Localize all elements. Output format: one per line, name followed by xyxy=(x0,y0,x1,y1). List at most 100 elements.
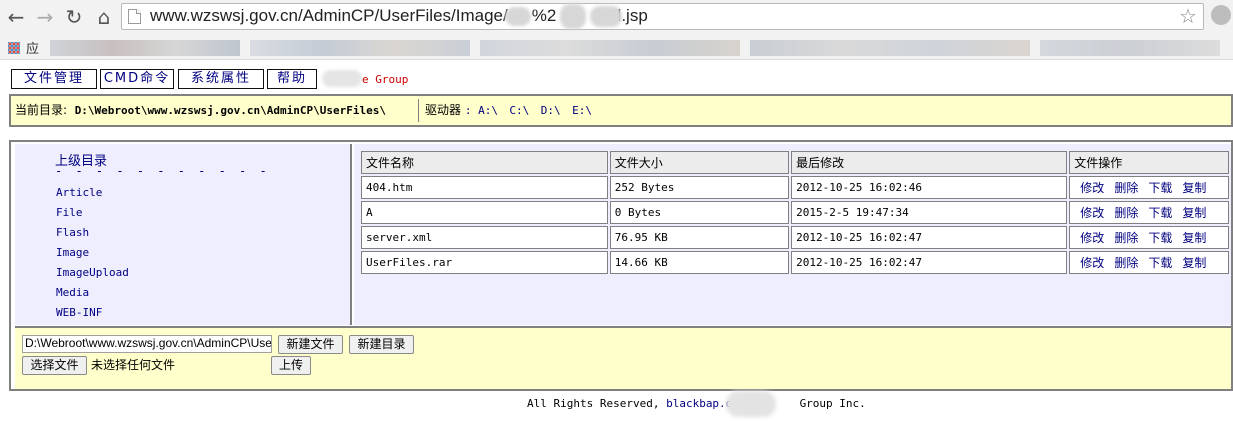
apps-grid-icon[interactable] xyxy=(8,42,20,54)
drives-label: 驱动器 xyxy=(425,103,462,117)
browser-toolbar: ← → ↻ ⌂ www.wzswsj.gov.cn/AdminCP/UserFi… xyxy=(0,0,1233,34)
delete-link[interactable]: 删除 xyxy=(1114,181,1138,195)
table-row: 404.htm 252 Bytes 2012-10-25 16:02:46 修改… xyxy=(361,176,1229,199)
bookmarks-bar: 应 xyxy=(0,34,1233,60)
reload-icon[interactable]: ↻ xyxy=(62,5,86,29)
delete-link[interactable]: 删除 xyxy=(1114,256,1138,270)
table-header-row: 文件名称 文件大小 最后修改 文件操作 xyxy=(361,151,1229,174)
file-ops: 修改 删除 下载 复制 xyxy=(1069,226,1229,249)
current-dir-path: D:\Webroot\www.wzswsj.gov.cn\AdminCP\Use… xyxy=(74,104,386,117)
brand-text: e Group xyxy=(362,73,409,86)
folder-link-flash[interactable]: Flash xyxy=(56,226,89,239)
folder-link-article[interactable]: Article xyxy=(56,186,102,199)
edit-link[interactable]: 修改 xyxy=(1080,256,1104,270)
footer-redaction xyxy=(726,391,776,417)
url-redaction xyxy=(560,4,586,29)
copy-link[interactable]: 复制 xyxy=(1182,181,1206,195)
choose-file-button[interactable]: 选择文件 xyxy=(22,356,87,375)
file-modified: 2015-2-5 19:47:34 xyxy=(791,201,1068,224)
download-link[interactable]: 下载 xyxy=(1148,256,1172,270)
file-list-area: 文件名称 文件大小 最后修改 文件操作 404.htm 252 Bytes 20… xyxy=(354,144,1231,325)
download-link[interactable]: 下载 xyxy=(1148,206,1172,220)
folder-link-imageupload[interactable]: ImageUpload xyxy=(56,266,129,279)
footer-suffix: Group Inc. xyxy=(799,397,866,410)
file-table: 文件名称 文件大小 最后修改 文件操作 404.htm 252 Bytes 20… xyxy=(359,149,1231,276)
pixelated-bookmarks xyxy=(480,40,740,56)
file-name: A xyxy=(361,201,608,224)
page-icon xyxy=(128,9,141,24)
file-name: 404.htm xyxy=(361,176,608,199)
address-bar[interactable]: www.wzswsj.gov.cn/AdminCP/UserFiles/Imag… xyxy=(121,3,1204,30)
path-input[interactable]: D:\Webroot\www.wzswsj.gov.cn\AdminCP\Use… xyxy=(22,335,272,353)
folder-link-web-inf[interactable]: WEB-INF xyxy=(56,306,102,319)
separator-line: - - - - - - - - - - - xyxy=(55,164,270,178)
file-modified: 2012-10-25 16:02:47 xyxy=(791,226,1068,249)
table-row: UserFiles.rar 14.66 KB 2012-10-25 16:02:… xyxy=(361,251,1229,274)
drive-e-link[interactable]: E:\ xyxy=(572,104,592,117)
folder-link-file[interactable]: File xyxy=(56,206,83,219)
menu-cmd[interactable]: CMD命令 xyxy=(100,69,174,89)
table-row: A 0 Bytes 2015-2-5 19:47:34 修改 删除 下载 复制 xyxy=(361,201,1229,224)
brand-redaction xyxy=(322,70,362,87)
upload-button[interactable]: 上传 xyxy=(271,356,311,375)
menu-file-manager[interactable]: 文件管理 xyxy=(11,69,97,89)
file-ops: 修改 删除 下载 复制 xyxy=(1069,251,1229,274)
file-size: 0 Bytes xyxy=(609,201,790,224)
file-name: server.xml xyxy=(361,226,608,249)
current-directory: 当前目录: D:\Webroot\www.wzswsj.gov.cn\Admin… xyxy=(15,99,419,122)
apps-label[interactable]: 应 xyxy=(26,38,39,57)
header-file-size: 文件大小 xyxy=(609,151,790,174)
file-manager-panel: 上级目录 - - - - - - - - - - - Article File … xyxy=(9,140,1233,391)
copy-link[interactable]: 复制 xyxy=(1182,256,1206,270)
new-file-button[interactable]: 新建文件 xyxy=(278,335,343,354)
file-size: 252 Bytes xyxy=(609,176,790,199)
file-modified: 2012-10-25 16:02:46 xyxy=(791,176,1068,199)
edit-link[interactable]: 修改 xyxy=(1080,206,1104,220)
home-icon[interactable]: ⌂ xyxy=(92,5,116,29)
file-ops: 修改 删除 下载 复制 xyxy=(1069,176,1229,199)
drive-d-link[interactable]: D:\ xyxy=(541,104,561,117)
copy-link[interactable]: 复制 xyxy=(1182,231,1206,245)
url-redaction xyxy=(590,6,622,27)
upload-panel: D:\Webroot\www.wzswsj.gov.cn\AdminCP\Use… xyxy=(15,326,1231,389)
directory-bar: 当前目录: D:\Webroot\www.wzswsj.gov.cn\Admin… xyxy=(9,94,1233,127)
drives: 驱动器 : A:\ C:\ D:\ E:\ xyxy=(425,103,592,117)
header-file-ops: 文件操作 xyxy=(1069,151,1229,174)
menu-help[interactable]: 帮助 xyxy=(267,69,317,89)
delete-link[interactable]: 删除 xyxy=(1114,231,1138,245)
delete-link[interactable]: 删除 xyxy=(1114,206,1138,220)
download-link[interactable]: 下载 xyxy=(1148,231,1172,245)
file-modified: 2012-10-25 16:02:47 xyxy=(791,251,1068,274)
browser-menu-icon[interactable] xyxy=(1211,5,1231,25)
file-size: 14.66 KB xyxy=(609,251,790,274)
file-name: UserFiles.rar xyxy=(361,251,608,274)
footer: All Rights Reserved, blackbap.org Group I… xyxy=(527,397,866,410)
pixelated-bookmarks xyxy=(1040,40,1220,56)
back-icon[interactable]: ← xyxy=(4,5,28,29)
menu-system-properties[interactable]: 系统属性 xyxy=(178,69,264,89)
file-size: 76.95 KB xyxy=(609,226,790,249)
bookmark-star-icon[interactable]: ☆ xyxy=(1179,4,1197,28)
folder-link-media[interactable]: Media xyxy=(56,286,89,299)
header-file-name: 文件名称 xyxy=(361,151,608,174)
edit-link[interactable]: 修改 xyxy=(1080,181,1104,195)
pixelated-bookmarks xyxy=(250,40,470,56)
edit-link[interactable]: 修改 xyxy=(1080,231,1104,245)
forward-icon[interactable]: → xyxy=(33,5,57,29)
pixelated-bookmarks xyxy=(750,40,1030,56)
folder-sidebar: 上级目录 - - - - - - - - - - - Article File … xyxy=(15,144,352,325)
url-redaction xyxy=(505,7,531,26)
pixelated-bookmarks xyxy=(50,40,240,56)
new-directory-button[interactable]: 新建目录 xyxy=(349,335,414,354)
download-link[interactable]: 下载 xyxy=(1148,181,1172,195)
file-ops: 修改 删除 下载 复制 xyxy=(1069,201,1229,224)
current-dir-label: 当前目录: xyxy=(15,103,68,117)
footer-prefix: All Rights Reserved, xyxy=(527,397,660,410)
copy-link[interactable]: 复制 xyxy=(1182,206,1206,220)
drive-a-link[interactable]: A:\ xyxy=(478,104,498,117)
header-last-modified: 最后修改 xyxy=(791,151,1068,174)
no-file-selected-text: 未选择任何文件 xyxy=(91,358,176,372)
drive-c-link[interactable]: C:\ xyxy=(509,104,529,117)
table-row: server.xml 76.95 KB 2012-10-25 16:02:47 … xyxy=(361,226,1229,249)
folder-link-image[interactable]: Image xyxy=(56,246,89,259)
